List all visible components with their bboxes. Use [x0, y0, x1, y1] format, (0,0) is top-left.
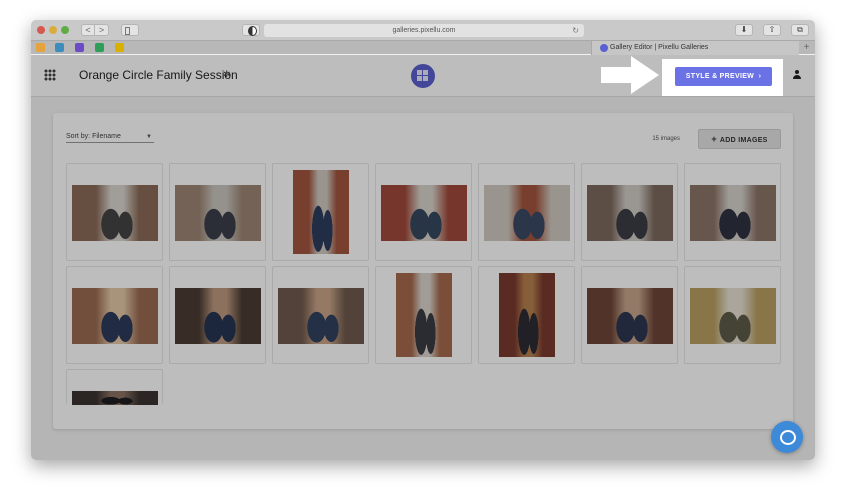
close-window-button[interactable] [37, 26, 45, 34]
privacy-report-icon[interactable] [242, 24, 260, 36]
history-nav: < > [81, 24, 109, 36]
tutorial-dim-overlay [31, 55, 815, 460]
url-text: galleries.pixellu.com [392, 27, 456, 34]
tab-bar: Gallery Editor | Pixellu Galleries + [31, 40, 815, 55]
style-preview-label: STYLE & PREVIEW [685, 73, 755, 80]
pointer-arrow-icon [601, 56, 659, 94]
tab-title-text: Gallery Editor | Pixellu Galleries [610, 44, 709, 51]
address-bar[interactable]: galleries.pixellu.com ↻ [264, 24, 584, 37]
sidebar-toggle-icon[interactable] [121, 24, 139, 36]
zoom-window-button[interactable] [61, 26, 69, 34]
bookmark-icon[interactable] [95, 43, 104, 52]
tab-gallery-editor[interactable]: Gallery Editor | Pixellu Galleries [591, 41, 799, 55]
share-icon[interactable]: ⇧ [763, 24, 781, 36]
chevron-right-icon: › [758, 73, 762, 80]
bookmark-icon[interactable] [115, 43, 124, 52]
tab-favicon-icon [600, 44, 608, 52]
downloads-icon[interactable]: ⬇ [735, 24, 753, 36]
browser-titlebar: < > galleries.pixellu.com ↻ ⬇ ⇧ ⧉ [31, 20, 815, 40]
browser-actions: ⬇ ⇧ ⧉ [735, 24, 809, 36]
bookmark-icon[interactable] [75, 43, 84, 52]
minimize-window-button[interactable] [49, 26, 57, 34]
bookmark-icon[interactable] [55, 43, 64, 52]
style-preview-button[interactable]: STYLE & PREVIEW › [675, 67, 772, 86]
back-button[interactable]: < [81, 24, 95, 36]
browser-window: < > galleries.pixellu.com ↻ ⬇ ⇧ ⧉ Galler… [31, 20, 815, 460]
chat-support-icon[interactable] [771, 421, 803, 453]
forward-button[interactable]: > [95, 24, 109, 36]
new-tab-button[interactable]: + [801, 42, 812, 53]
bookmark-icon[interactable] [36, 43, 45, 52]
reload-icon[interactable]: ↻ [572, 24, 579, 37]
window-controls [37, 26, 69, 34]
highlight-spotlight: STYLE & PREVIEW › [662, 59, 783, 96]
tabs-overview-icon[interactable]: ⧉ [791, 24, 809, 36]
